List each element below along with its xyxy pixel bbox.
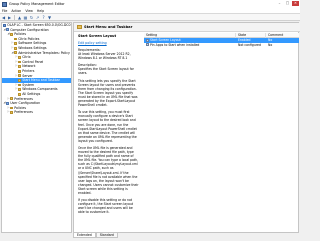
menu-file[interactable]: File xyxy=(0,9,9,13)
menu-view[interactable]: View xyxy=(23,9,35,13)
menu-action[interactable]: Action xyxy=(9,9,23,13)
tree-item-label: Preferences xyxy=(14,110,33,115)
close-icon[interactable]: ✕ xyxy=(292,1,299,6)
toolbar-separator xyxy=(14,14,15,20)
description-para: Requirements: At least Windows Server 20… xyxy=(78,48,131,61)
description-panel: Start Screen Layout Edit policy setting … xyxy=(76,33,141,231)
folder-icon xyxy=(10,111,14,114)
tab-standard[interactable]: Standard xyxy=(95,233,118,238)
setting-cell: Start Screen Layout xyxy=(144,38,236,42)
setting-state: Not configured xyxy=(238,42,261,47)
folder-icon xyxy=(10,97,14,101)
folder-icon xyxy=(18,83,22,87)
description-para: This setting lets you specify the Start … xyxy=(78,78,138,108)
setting-comment: No xyxy=(268,42,273,47)
toolbar: ◀ ▶ ▲ ▦ ↻ ↗ ? ▼ xyxy=(0,14,300,21)
folder-icon xyxy=(77,24,82,30)
folder-icon xyxy=(14,51,18,55)
description-para: Once the XML file is generated and moved… xyxy=(78,145,139,195)
policy-object-icon xyxy=(3,23,7,27)
setting-row[interactable]: Start Screen Layout Enabled No xyxy=(144,38,299,43)
folder-icon xyxy=(10,33,14,36)
folder-icon xyxy=(18,74,22,78)
forward-icon[interactable]: ▶ xyxy=(7,15,12,20)
folder-icon xyxy=(10,106,14,110)
tab-extended[interactable]: Extended xyxy=(73,233,96,238)
setting-title: Start Screen Layout xyxy=(78,34,117,38)
window-title: Group Policy Management Editor xyxy=(9,2,65,6)
setting-row[interactable]: Pin Apps to Start when installed Not conf… xyxy=(144,43,299,48)
menu-help[interactable]: Help xyxy=(35,9,46,13)
back-icon[interactable]: ◀ xyxy=(1,15,6,20)
policy-tree: OLAP LC - Start Screen 650.0.0\OG.DC01.c… xyxy=(1,22,72,233)
maximize-icon[interactable]: □ xyxy=(284,1,291,6)
folder-icon xyxy=(14,46,18,50)
column-setting[interactable]: Setting xyxy=(144,32,236,38)
up-folder-icon[interactable]: ▲ xyxy=(17,15,22,20)
filter-icon[interactable]: ▼ xyxy=(47,15,52,20)
setting-state: Enabled xyxy=(238,38,251,43)
tree-item[interactable]: ▷ Preferences xyxy=(2,110,71,115)
folder-icon xyxy=(14,42,18,46)
folder-icon xyxy=(18,69,22,73)
setting-name: Pin Apps to Start when installed xyxy=(150,42,200,47)
details-header: Start Menu and Taskbar xyxy=(74,23,300,32)
folder-icon xyxy=(18,79,22,82)
details-title: Start Menu and Taskbar xyxy=(84,25,133,29)
folder-icon xyxy=(18,65,22,69)
computer-config-icon xyxy=(6,28,10,32)
computer-config-icon xyxy=(6,101,10,105)
refresh-icon[interactable]: ↻ xyxy=(29,15,34,20)
app-icon xyxy=(2,1,7,7)
title-bar: Group Policy Management Editor – □ ✕ xyxy=(0,0,300,8)
details-pane: Start Menu and Taskbar Start Screen Layo… xyxy=(73,22,300,233)
column-comment[interactable]: Comment xyxy=(266,33,299,38)
description-para: Description: Specifies the Start Screen … xyxy=(78,63,134,76)
view-tabs: Extended Standard xyxy=(73,233,118,238)
policy-setting-icon xyxy=(146,43,149,47)
settings-list: Setting State Comment Start Screen Layou… xyxy=(144,32,299,231)
folder-icon xyxy=(14,37,18,41)
column-state[interactable]: State xyxy=(236,32,266,38)
edit-policy-link[interactable]: Edit policy setting xyxy=(78,41,139,45)
description-para: If you disable this setting or do not co… xyxy=(78,198,134,215)
editor-window: Group Policy Management Editor – □ ✕ Fil… xyxy=(0,0,300,241)
folder-icon xyxy=(18,56,22,59)
minimize-icon[interactable]: – xyxy=(276,1,283,6)
setting-name: Start Screen Layout xyxy=(150,38,181,43)
export-list-icon[interactable]: ↗ xyxy=(35,15,40,20)
list-header: Setting State Comment xyxy=(144,32,299,38)
folder-icon xyxy=(18,88,22,91)
folder-icon xyxy=(18,92,22,96)
help-icon[interactable]: ? xyxy=(41,15,46,20)
policy-setting-icon xyxy=(146,38,149,42)
show-hide-tree-icon[interactable]: ▦ xyxy=(23,15,28,20)
folder-icon xyxy=(18,60,22,64)
setting-cell: Pin Apps to Start when installed xyxy=(144,43,236,47)
setting-comment: No xyxy=(268,38,273,43)
description-para: To use this setting, you must first manu… xyxy=(78,110,137,143)
